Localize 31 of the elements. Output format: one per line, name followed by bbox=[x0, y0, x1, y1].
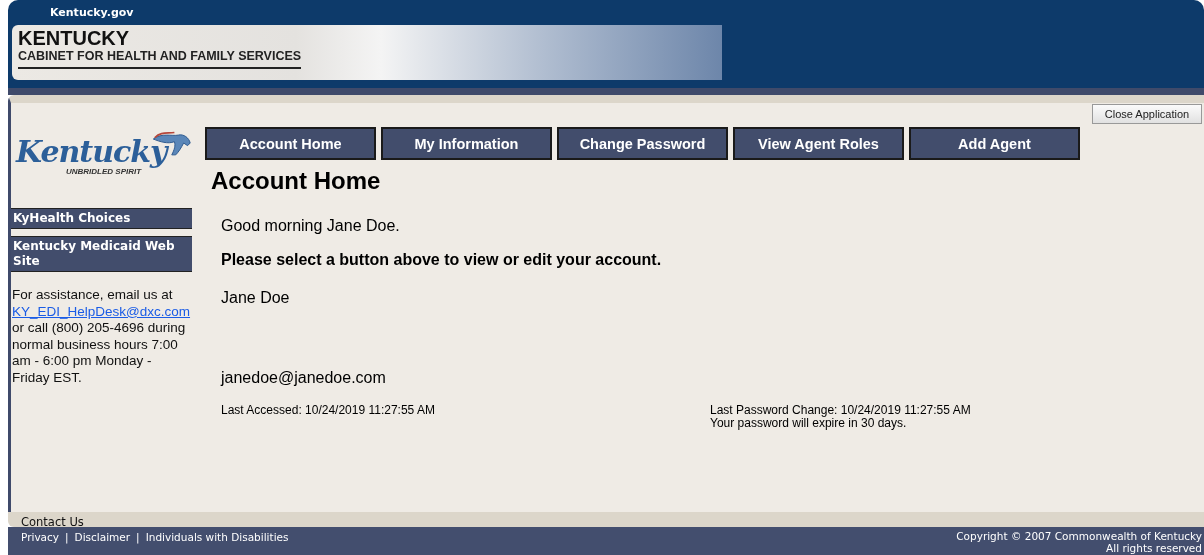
nav-tab[interactable]: My Information bbox=[381, 127, 552, 160]
copyright-text: All rights reserved bbox=[1106, 542, 1202, 554]
footer-link[interactable]: Disclaimer bbox=[74, 531, 131, 543]
close-application-button[interactable]: Close Application bbox=[1092, 104, 1202, 124]
link-separator: | bbox=[65, 531, 69, 543]
nav-tab[interactable]: Account Home bbox=[205, 127, 376, 160]
sidebar-link[interactable]: KyHealth Choices bbox=[11, 208, 192, 229]
nav-tab[interactable]: Change Password bbox=[557, 127, 728, 160]
last-accessed-text: Last Accessed: 10/24/2019 11:27:55 AM bbox=[221, 404, 436, 419]
logo-tagline: UNBRIDLED SPIRIT bbox=[66, 167, 142, 176]
sidebar-link[interactable]: Kentucky Medicaid Web Site bbox=[11, 236, 192, 272]
footer-link[interactable]: Privacy bbox=[21, 531, 60, 543]
password-change-text: Last Password Change: 10/24/2019 11:27:55 AM bbox=[710, 404, 971, 417]
logo-wordmark: Kentucky bbox=[16, 133, 167, 169]
copyright-text: Copyright © 2007 Commonwealth of Kentucky bbox=[956, 530, 1202, 542]
agency-title: CABINET FOR HEALTH AND FAMILY SERVICES bbox=[18, 48, 302, 69]
assistance-text: For assistance, email us at KY_EDI_HelpDesk@dxc.com or call (800) 205-4696 during normal business hours 7:00 am - 6:00 pm Monday - Friday EST. bbox=[12, 287, 192, 386]
nav-tab[interactable]: View Agent Roles bbox=[733, 127, 904, 160]
contact-us-link[interactable]: Contact Us bbox=[21, 515, 84, 529]
user-name: Jane Doe bbox=[221, 289, 291, 307]
user-email: janedoe@janedoe.com bbox=[221, 369, 387, 387]
password-expiry-text: Your password will expire in 30 days. bbox=[710, 417, 908, 430]
page-title: Account Home bbox=[211, 166, 382, 196]
nav-tab[interactable]: Add Agent bbox=[909, 127, 1080, 160]
link-separator: | bbox=[136, 531, 140, 543]
footer-link[interactable]: Individuals with Disabilities bbox=[145, 531, 289, 543]
email-link[interactable]: KY_EDI_HelpDesk@dxc.com bbox=[12, 303, 191, 319]
state-title: KENTUCKY bbox=[18, 28, 131, 48]
instruction-text: Please select a button above to view or edit your account. bbox=[221, 251, 663, 269]
portal-name[interactable]: Kentucky.gov bbox=[50, 6, 1204, 19]
greeting-text: Good morning Jane Doe. bbox=[221, 217, 401, 235]
